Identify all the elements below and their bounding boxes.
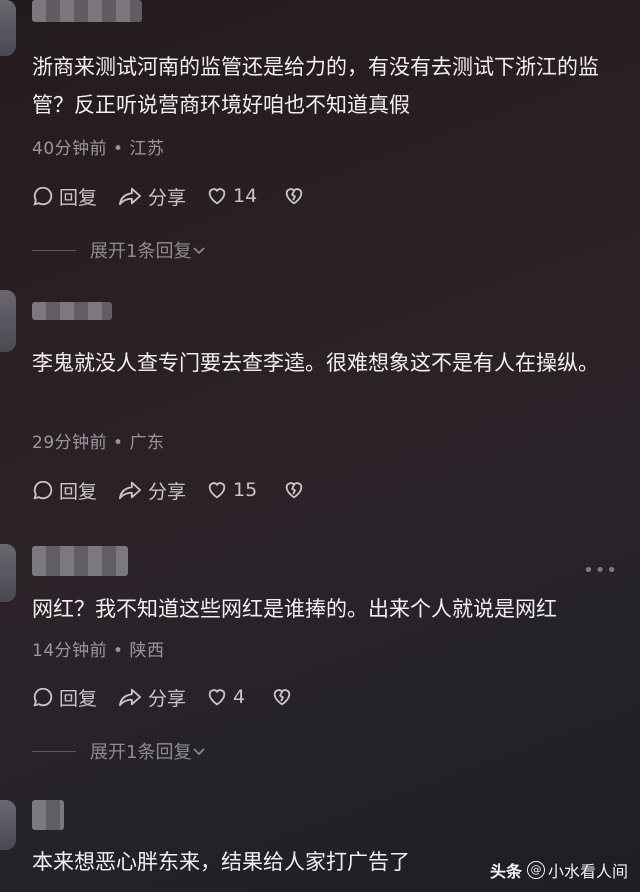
watermark-account: 小水看人间 — [547, 862, 628, 881]
comment-actions: 回复 分享 14 — [32, 182, 330, 210]
comment-meta: 29分钟前 • 广东 — [32, 428, 164, 453]
heart-icon — [208, 689, 226, 706]
like-button[interactable]: 15 — [206, 479, 257, 501]
reply-icon — [33, 186, 53, 206]
watermark: 头条 @ 小水看人间 — [490, 858, 628, 882]
comment-meta: 40分钟前 • 江苏 — [32, 134, 164, 159]
broken-heart-icon — [285, 482, 303, 499]
comment-location: 江苏 — [129, 139, 165, 159]
more-options-button[interactable]: ••• — [583, 560, 618, 581]
share-button[interactable]: 分享 — [117, 477, 186, 504]
comment-text: 李鬼就没人查专门要去查李逵。很难想象这不是有人在操纵。 — [32, 351, 599, 375]
chevron-down-icon — [193, 247, 206, 255]
like-button[interactable]: 14 — [206, 185, 257, 207]
comment-actions: 回复 分享 4 — [32, 683, 318, 711]
chevron-down-icon — [193, 748, 206, 756]
watermark-brand: 头条 — [489, 862, 522, 881]
avatar[interactable] — [0, 290, 16, 352]
heart-icon — [208, 188, 226, 205]
avatar[interactable] — [0, 544, 16, 602]
comment-meta: 14分钟前 • 陕西 — [32, 636, 164, 661]
comment-actions: 回复 分享 15 — [32, 476, 330, 504]
reply-button[interactable]: 回复 — [32, 477, 97, 504]
share-button[interactable]: 分享 — [117, 183, 186, 210]
expand-replies[interactable]: 展开1条回复 — [32, 739, 207, 763]
comment-location: 陕西 — [129, 641, 165, 661]
meta-separator: • — [113, 139, 124, 159]
comment-location: 广东 — [129, 433, 165, 453]
dislike-button[interactable] — [283, 479, 310, 501]
share-icon — [119, 688, 142, 707]
avatar[interactable] — [0, 800, 16, 850]
comment-time: 14分钟前 — [32, 641, 108, 661]
comment-text: 浙商来测试河南的监管还是给力的，有没有去测试下浙江的监管？反正听说营商环境好咱也… — [32, 55, 599, 117]
comment-time: 29分钟前 — [32, 433, 108, 453]
dislike-button[interactable] — [283, 185, 310, 207]
like-count: 15 — [233, 479, 258, 501]
meta-separator: • — [113, 433, 124, 453]
share-icon — [119, 481, 142, 500]
username-blurred[interactable] — [32, 302, 112, 320]
reply-icon — [33, 687, 53, 707]
avatar[interactable] — [0, 0, 16, 56]
like-count: 4 — [233, 686, 246, 708]
comment-text: 本来想恶心胖东来，结果给人家打广告了 — [32, 850, 410, 874]
share-icon — [119, 187, 142, 206]
like-count: 14 — [233, 185, 258, 207]
broken-heart-icon — [273, 689, 291, 706]
username-blurred[interactable] — [32, 546, 128, 576]
heart-icon — [208, 482, 226, 499]
like-button[interactable]: 4 — [206, 686, 245, 708]
meta-separator: • — [113, 641, 124, 661]
comment-text: 网红？我不知道这些网红是谁捧的。出来个人就说是网红 — [32, 597, 557, 621]
divider-line — [32, 750, 76, 752]
username-blurred[interactable] — [32, 0, 142, 22]
broken-heart-icon — [285, 188, 303, 205]
expand-replies[interactable]: 展开1条回复 — [32, 238, 207, 262]
comment-time: 40分钟前 — [32, 139, 108, 159]
reply-icon — [33, 480, 53, 500]
reply-button[interactable]: 回复 — [32, 183, 97, 210]
username-blurred[interactable] — [32, 800, 64, 830]
divider-line — [32, 249, 76, 251]
at-icon: @ — [526, 861, 545, 879]
dislike-button[interactable] — [271, 686, 298, 708]
share-button[interactable]: 分享 — [117, 684, 186, 711]
reply-button[interactable]: 回复 — [32, 684, 97, 711]
